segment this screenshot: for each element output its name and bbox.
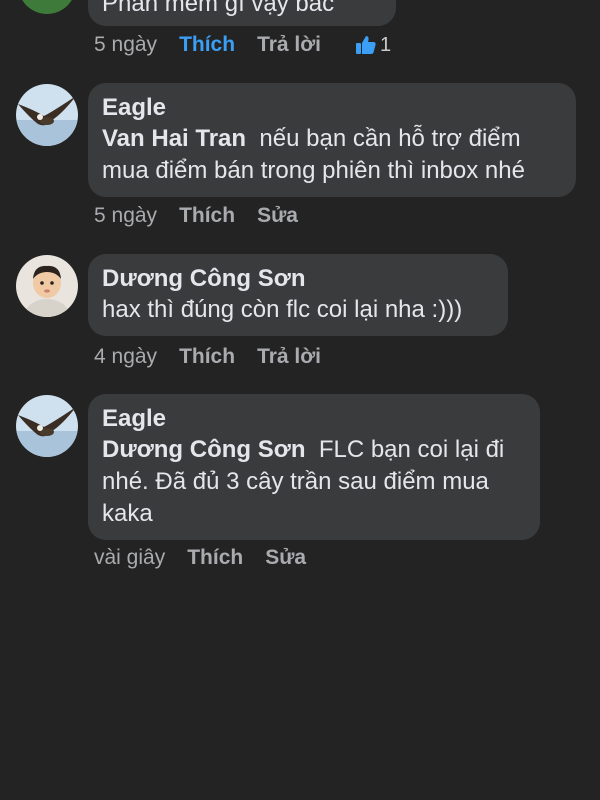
comment-time[interactable]: 4 ngày [94, 345, 157, 369]
reply-button[interactable]: Trả lời [257, 345, 321, 369]
like-button[interactable]: Thích [187, 546, 243, 570]
like-button[interactable]: Thích [179, 345, 235, 369]
avatar-eagle[interactable] [16, 84, 78, 146]
comment-actions: 4 ngày Thích Trả lời [94, 342, 343, 372]
comment-actions: vài giây Thích Sửa [94, 543, 328, 573]
comment-bubble: Phần mềm gì vậy bác [88, 0, 396, 26]
comment-author[interactable]: Eagle [102, 404, 526, 434]
comment-author[interactable]: Dương Công Sơn [102, 264, 494, 294]
edit-button[interactable]: Sửa [257, 204, 298, 228]
comment-text-line: kaka [102, 500, 153, 527]
comment-text: Phần mềm gì vậy bác [102, 0, 335, 17]
comment-thread: Phần mềm gì vậy bác 5 ngày Thích Trả lời… [0, 0, 600, 800]
comment-text: Van Hai Tran nếu bạn cần hỗ trợ điểm [102, 123, 562, 155]
comment-actions: 5 ngày Thích Sửa [94, 201, 320, 231]
like-button[interactable]: Thích [179, 33, 235, 57]
edit-button[interactable]: Sửa [265, 546, 306, 570]
comment-bubble: Dương Công Sơn hax thì đúng còn flc coi … [88, 254, 508, 336]
avatar-duong-cong-son[interactable] [16, 255, 78, 317]
avatar-eagle[interactable] [16, 395, 78, 457]
comment-text-line: mua điểm bán trong phiên thì inbox nhé [102, 157, 525, 184]
comment-time[interactable]: vài giây [94, 546, 165, 570]
mention-link[interactable]: Dương Công Sơn [102, 436, 305, 463]
comment-author[interactable]: Eagle [102, 93, 562, 123]
comment-text-line: nhé. Đã đủ 3 cây trần sau điểm mua [102, 468, 489, 495]
like-button[interactable]: Thích [179, 204, 235, 228]
comment-time[interactable]: 5 ngày [94, 204, 157, 228]
comment-text: hax thì đúng còn flc coi lại nha :))) [102, 296, 463, 323]
reaction-number: 1 [380, 33, 392, 56]
mention-link[interactable]: Van Hai Tran [102, 125, 246, 152]
comment-text-line: nếu bạn cần hỗ trợ điểm [259, 125, 521, 152]
comment-text-line: FLC bạn coi lại đi [318, 436, 505, 463]
comment-text: Dương Công Sơn FLC bạn coi lại đi [102, 434, 526, 466]
eagle-photo-icon [16, 84, 78, 146]
thumbs-up-icon [356, 36, 376, 54]
avatar[interactable] [18, 0, 76, 14]
reaction-count[interactable]: 1 [355, 34, 391, 57]
eagle-photo-icon [16, 395, 78, 457]
reply-button[interactable]: Trả lời [257, 33, 321, 57]
comment-bubble: Eagle Dương Công Sơn FLC bạn coi lại đi … [88, 394, 540, 540]
comment-bubble: Eagle Van Hai Tran nếu bạn cần hỗ trợ đi… [88, 83, 576, 197]
child-photo-icon [16, 255, 78, 317]
comment-actions: 5 ngày Thích Trả lời 1 [94, 30, 391, 60]
comment-time[interactable]: 5 ngày [94, 33, 157, 57]
